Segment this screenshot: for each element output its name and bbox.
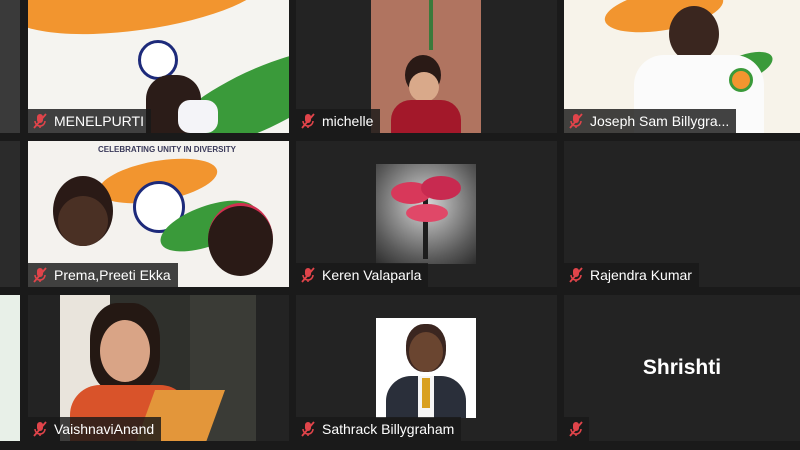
microphone-muted-icon [569, 113, 583, 129]
participant-tile[interactable]: Keren Valaparla [296, 141, 557, 287]
participant-nameplate: MENELPURTI [28, 109, 151, 133]
participant-nameplate: Rajendra Kumar [564, 263, 699, 287]
microphone-muted-icon [301, 267, 315, 283]
participant-name: MENELPURTI [54, 113, 144, 129]
partial-tile-left-1[interactable] [0, 0, 20, 133]
participant-tile[interactable]: Sathrack Billygraham [296, 295, 557, 441]
participant-tile[interactable]: Shrishti [564, 295, 800, 441]
partial-tile-left-3[interactable] [0, 295, 20, 441]
participant-name: VaishnaviAnand [54, 421, 155, 437]
microphone-muted-icon [301, 421, 315, 437]
banner-text: CELEBRATING UNITY IN DIVERSITY [98, 145, 236, 154]
profile-picture [376, 318, 476, 418]
participant-nameplate [564, 417, 589, 441]
participant-nameplate: VaishnaviAnand [28, 417, 162, 441]
participant-tile[interactable]: Joseph Sam Billygra... [564, 0, 800, 133]
participant-nameplate: Prema,Preeti Ekka [28, 263, 178, 287]
participant-tile[interactable]: VaishnaviAnand [28, 295, 289, 441]
participant-name: Rajendra Kumar [590, 267, 692, 283]
partial-tile-left-2[interactable] [0, 141, 20, 287]
microphone-muted-icon [33, 421, 47, 437]
participant-tile[interactable]: Rajendra Kumar [564, 141, 800, 287]
video-feed [371, 0, 481, 133]
participant-name: michelle [322, 113, 374, 129]
participant-name: Prema,Preeti Ekka [54, 267, 171, 283]
microphone-muted-icon [301, 113, 315, 129]
participant-name: Keren Valaparla [322, 267, 422, 283]
participant-center-name: Shrishti [642, 356, 722, 379]
profile-picture [376, 164, 476, 264]
participant-tile[interactable]: MENELPURTI [28, 0, 289, 133]
participant-tile[interactable]: michelle [296, 0, 557, 133]
microphone-muted-icon [33, 113, 47, 129]
participant-tile[interactable]: CELEBRATING UNITY IN DIVERSITY Prema,Pre… [28, 141, 289, 287]
microphone-muted-icon [569, 267, 583, 283]
microphone-muted-icon [33, 267, 47, 283]
participant-nameplate: michelle [296, 109, 381, 133]
participant-name: Joseph Sam Billygra... [590, 113, 730, 129]
microphone-muted-icon [569, 421, 583, 437]
participant-nameplate: Sathrack Billygraham [296, 417, 462, 441]
participant-nameplate: Keren Valaparla [296, 263, 429, 287]
participant-name: Sathrack Billygraham [322, 421, 455, 437]
participant-nameplate: Joseph Sam Billygra... [564, 109, 737, 133]
